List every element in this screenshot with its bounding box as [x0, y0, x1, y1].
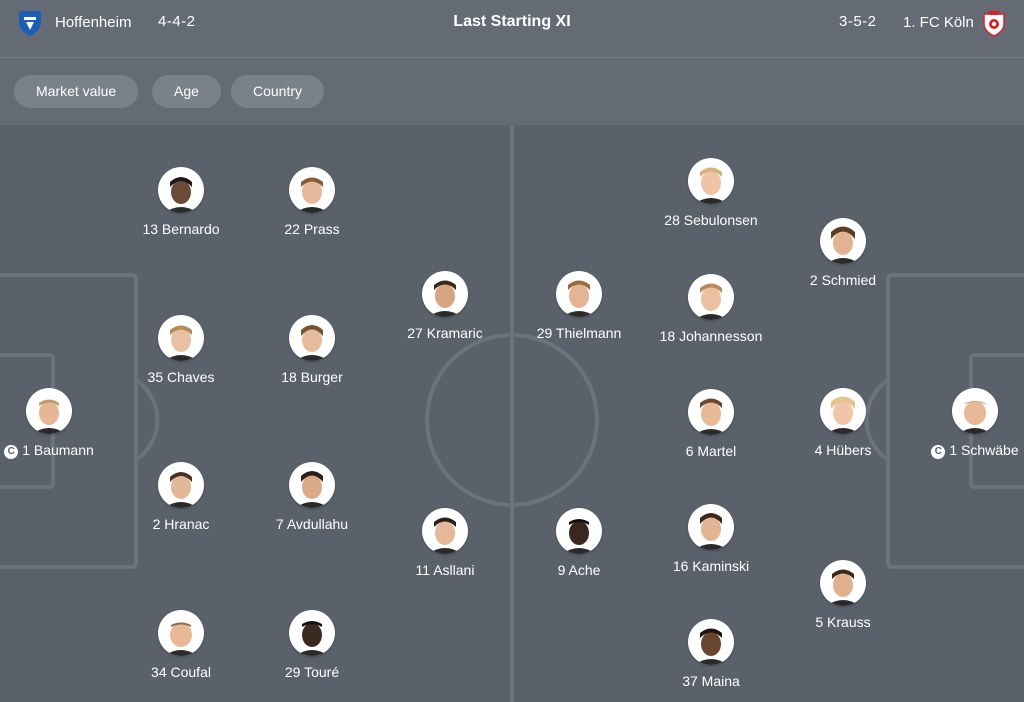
- captain-badge: C: [4, 445, 19, 459]
- away-formation: 3-5-2: [839, 13, 877, 30]
- player-photo: [289, 167, 335, 213]
- player-card[interactable]: 5 Krauss: [768, 560, 918, 630]
- player-name: 11 Asllani: [415, 562, 475, 578]
- player-card[interactable]: 7 Avdullahu: [237, 462, 387, 532]
- player-photo: [688, 158, 734, 204]
- filter-market-value[interactable]: Market value: [14, 75, 139, 108]
- player-card[interactable]: 28 Sebulonsen: [636, 158, 786, 228]
- player-photo: [158, 167, 204, 213]
- player-card[interactable]: 29 Touré: [237, 610, 387, 680]
- player-card[interactable]: 18 Johannesson: [636, 274, 786, 344]
- player-name: 9 Ache: [557, 562, 601, 578]
- pitch: 13 Bernardo 22 Prass 35 Chaves 18 Burger…: [0, 125, 1024, 702]
- player-card[interactable]: 2 Schmied: [768, 218, 918, 288]
- filter-age[interactable]: Age: [152, 75, 221, 108]
- player-card[interactable]: 4 Hübers: [768, 388, 918, 458]
- away-team-name[interactable]: 1. FC Köln: [903, 14, 974, 31]
- player-card[interactable]: 35 Chaves: [106, 315, 256, 385]
- player-name: 18 Johannesson: [659, 328, 763, 344]
- player-photo: [158, 315, 204, 361]
- player-photo: [688, 274, 734, 320]
- player-card[interactable]: C1 Schwäbe: [900, 388, 1024, 459]
- player-photo: [820, 218, 866, 264]
- player-photo: [289, 315, 335, 361]
- player-name: 16 Kaminski: [672, 558, 750, 574]
- player-photo: [556, 508, 602, 554]
- player-photo: [688, 504, 734, 550]
- player-name: 18 Burger: [281, 369, 343, 385]
- player-card[interactable]: 6 Martel: [636, 389, 786, 459]
- player-photo: [289, 610, 335, 656]
- captain-badge: C: [931, 445, 946, 459]
- player-name: 35 Chaves: [147, 369, 215, 385]
- player-name: 7 Avdullahu: [275, 516, 349, 532]
- player-name: C1 Schwäbe: [900, 442, 1024, 459]
- player-name: 34 Coufal: [151, 664, 211, 680]
- player-card[interactable]: 27 Kramaric: [370, 271, 520, 341]
- player-card[interactable]: 34 Coufal: [106, 610, 256, 680]
- player-name: C1 Baumann: [0, 442, 124, 459]
- player-name: 13 Bernardo: [142, 221, 220, 237]
- player-card[interactable]: 37 Maina: [636, 619, 786, 689]
- player-card[interactable]: 16 Kaminski: [636, 504, 786, 574]
- match-header: Hoffenheim 4-4-2 Last Starting XI 3-5-2 …: [0, 0, 1024, 58]
- player-name: 27 Kramaric: [407, 325, 483, 341]
- filter-country[interactable]: Country: [231, 75, 325, 108]
- player-name: 2 Hranac: [152, 516, 210, 532]
- player-photo: [820, 560, 866, 606]
- player-card[interactable]: 11 Asllani: [370, 508, 520, 578]
- player-photo: [26, 388, 72, 434]
- player-name: 22 Prass: [284, 221, 340, 237]
- player-name: 37 Maina: [682, 673, 740, 689]
- filter-bar: Market value Age Country: [0, 58, 1024, 125]
- koln-crest-icon: [983, 11, 1005, 37]
- player-name: 29 Touré: [284, 664, 340, 680]
- player-card[interactable]: 22 Prass: [237, 167, 387, 237]
- player-photo: [556, 271, 602, 317]
- player-card[interactable]: 2 Hranac: [106, 462, 256, 532]
- player-card[interactable]: 13 Bernardo: [106, 167, 256, 237]
- player-name: 2 Schmied: [809, 272, 877, 288]
- player-name: 4 Hübers: [814, 442, 872, 458]
- player-photo: [422, 508, 468, 554]
- player-name: 5 Krauss: [815, 614, 871, 630]
- player-card[interactable]: 18 Burger: [237, 315, 387, 385]
- player-photo: [688, 389, 734, 435]
- player-photo: [820, 388, 866, 434]
- player-photo: [952, 388, 998, 434]
- player-photo: [422, 271, 468, 317]
- player-photo: [289, 462, 335, 508]
- player-card[interactable]: C1 Baumann: [0, 388, 124, 459]
- player-card[interactable]: 9 Ache: [504, 508, 654, 578]
- player-name: 6 Martel: [685, 443, 737, 459]
- player-photo: [688, 619, 734, 665]
- player-name: 29 Thielmann: [536, 325, 622, 341]
- player-name: 28 Sebulonsen: [664, 212, 758, 228]
- player-photo: [158, 610, 204, 656]
- player-card[interactable]: 29 Thielmann: [504, 271, 654, 341]
- player-photo: [158, 462, 204, 508]
